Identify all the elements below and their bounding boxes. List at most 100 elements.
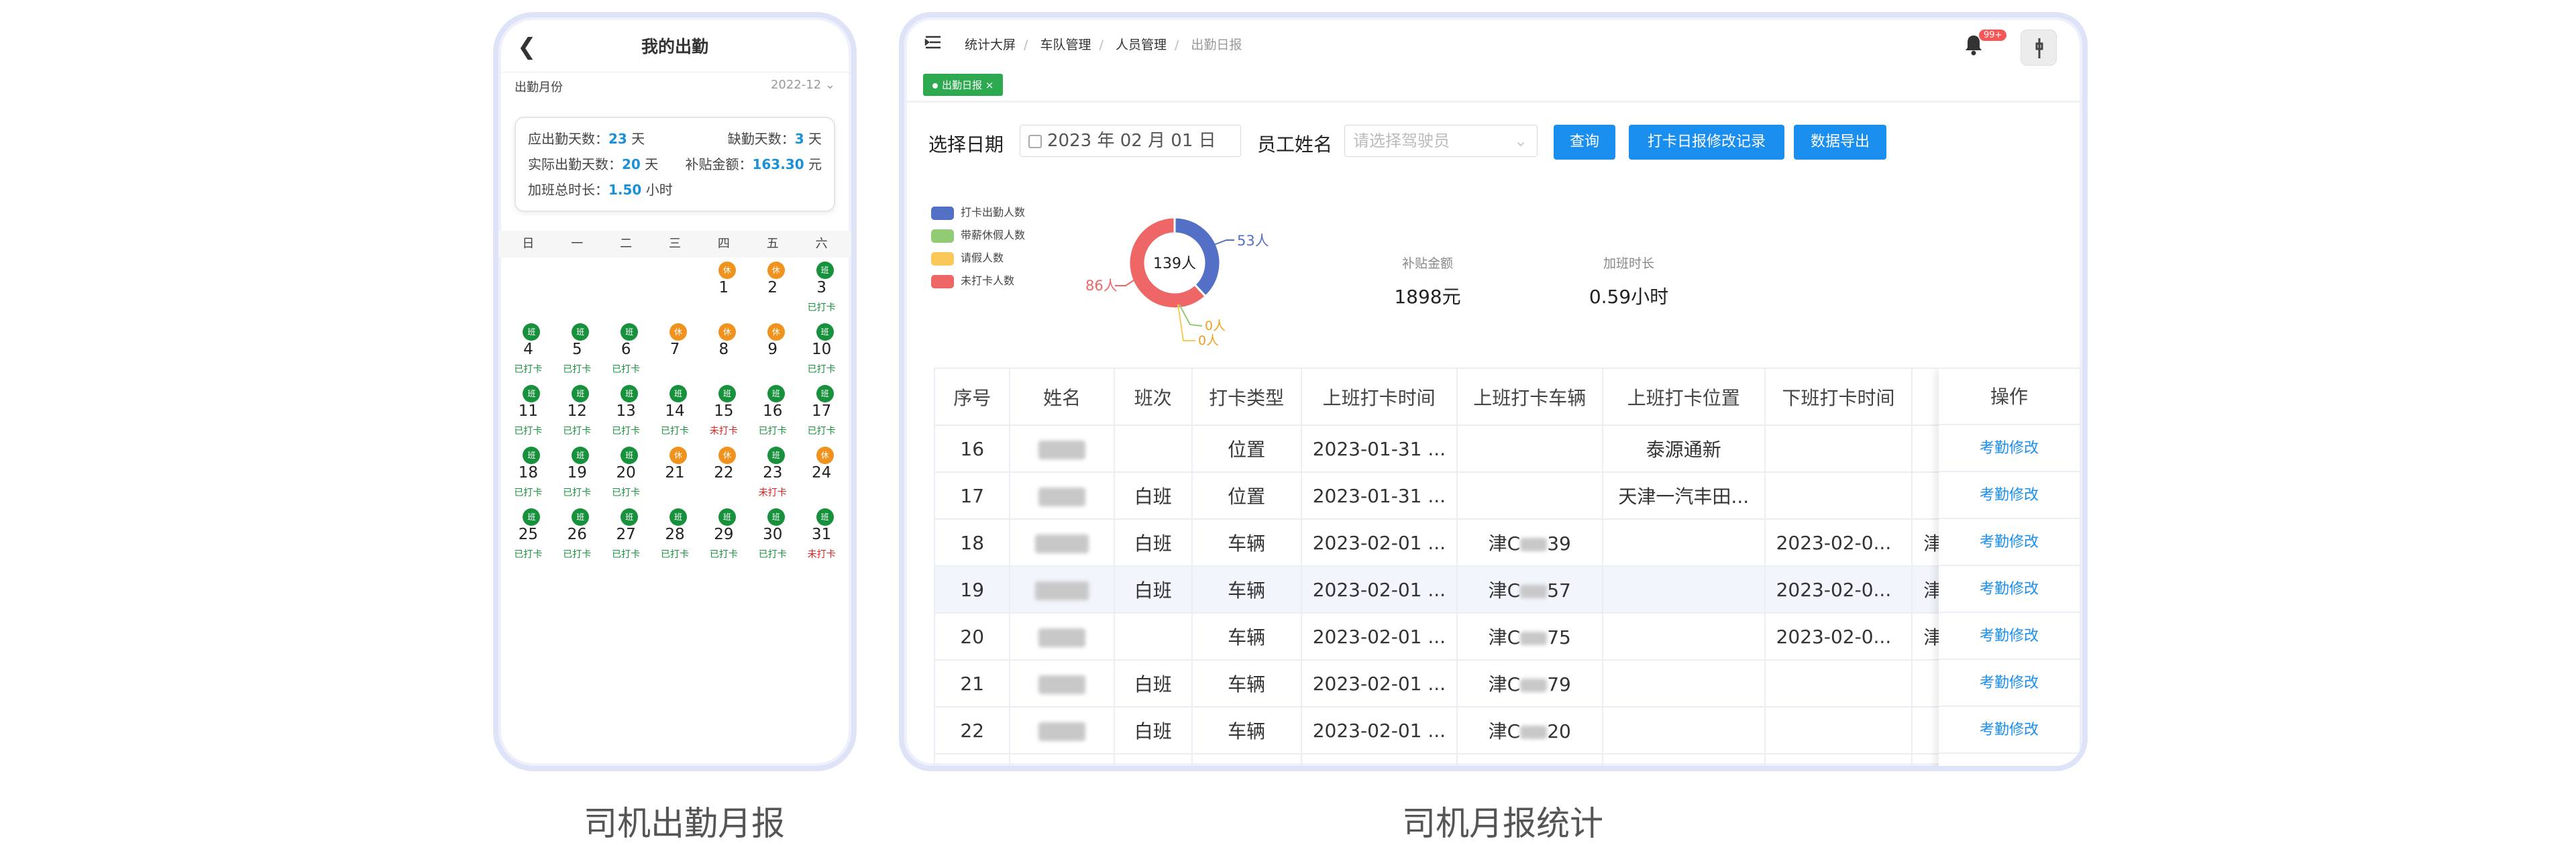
shift-badge: 班 bbox=[523, 447, 541, 464]
notification-badge: 99+ bbox=[1979, 30, 2007, 41]
calendar-day[interactable]: 休8 bbox=[699, 319, 748, 381]
shift-badge: 班 bbox=[718, 385, 736, 402]
calendar-day[interactable]: 班 3 已打卡 bbox=[797, 258, 846, 319]
calendar-week: 班 4 已打卡班 5 已打卡班 6 已打卡休 7 休 8 休 9 班 10 已打卡 bbox=[504, 319, 846, 381]
legend-label: 请假人数 bbox=[961, 251, 1004, 264]
cell-in-time: 2023-02-01 ... bbox=[1301, 660, 1458, 708]
calendar-day[interactable]: 休 22 bbox=[699, 443, 748, 504]
calendar-day[interactable]: 休7 bbox=[651, 319, 700, 381]
attendance-edit-link[interactable]: 考勤修改 bbox=[1939, 519, 2080, 566]
cell-type: 车辆 bbox=[1191, 754, 1302, 766]
calendar-day[interactable]: 班 28 已打卡 bbox=[651, 504, 700, 566]
calendar-day[interactable]: 班 29 已打卡 bbox=[699, 504, 748, 566]
calendar-day[interactable]: 班 25 已打卡 bbox=[504, 504, 553, 566]
cell-shift bbox=[1114, 613, 1193, 661]
modify-record-button[interactable]: 打卡日报修改记录 bbox=[1629, 125, 1784, 160]
attendance-edit-link[interactable]: 考勤修改 bbox=[1939, 566, 2080, 613]
calendar-day[interactable]: 休9 bbox=[748, 319, 797, 381]
shift-badge: 休 bbox=[669, 323, 687, 341]
cell-in-vehicle: 津C bbox=[1456, 754, 1603, 766]
attendance-edit-link[interactable]: 考勤修改 bbox=[1939, 472, 2080, 519]
calendar-day[interactable]: 班 5 已打卡 bbox=[553, 319, 602, 381]
clock-status: 已打卡 bbox=[661, 426, 689, 437]
calendar-day[interactable]: 班 19 已打卡 bbox=[553, 443, 602, 504]
table-row[interactable]: 22 白班 车辆 2023-02-01 ... 津C 20 bbox=[935, 707, 2080, 754]
calendar-day[interactable]: 班 23 未打卡 bbox=[748, 443, 797, 504]
breadcrumb-item[interactable]: 统计大屏 bbox=[965, 38, 1016, 52]
calendar-day[interactable]: 班 17 已打卡 bbox=[797, 381, 846, 443]
weekday: 六 bbox=[815, 237, 828, 251]
shift-badge: 休 bbox=[816, 447, 834, 464]
calendar-day[interactable]: 休 21 bbox=[651, 443, 700, 504]
shift-badge: 休 bbox=[767, 262, 785, 279]
plate-prefix: 津C bbox=[1488, 579, 1521, 602]
calendar-day[interactable]: 休1 bbox=[699, 258, 748, 319]
attendance-edit-link[interactable]: 考勤修改 bbox=[1939, 660, 2080, 707]
calendar-day[interactable]: 班 13 已打卡 bbox=[602, 381, 651, 443]
blurred-name bbox=[1035, 534, 1089, 553]
clock-status: 已打卡 bbox=[514, 364, 543, 375]
label-leave: 0人 bbox=[1198, 333, 1219, 348]
blurred-name bbox=[1035, 581, 1089, 600]
cell-no: 18 bbox=[935, 519, 1011, 567]
table-row[interactable]: 16 位置 2023-01-31 ... 泰源通新 bbox=[935, 425, 2080, 473]
tab-attendance-daily[interactable]: 出勤日报 × bbox=[923, 74, 1004, 96]
avatar[interactable] bbox=[2021, 30, 2057, 66]
clock-status: 已打卡 bbox=[807, 364, 836, 375]
calendar-day[interactable]: 休2 bbox=[748, 258, 797, 319]
calendar-day[interactable]: 班 6 已打卡 bbox=[602, 319, 651, 381]
calendar-day[interactable]: 班 30 已打卡 bbox=[748, 504, 797, 566]
export-button[interactable]: 数据导出 bbox=[1794, 125, 1886, 160]
cell-type: 车辆 bbox=[1191, 707, 1302, 754]
table-row[interactable]: 17 白班 位置 2023-01-31 ... 天津一汽丰田... bbox=[935, 472, 2080, 520]
table-row[interactable]: 20 车辆 2023-02-01 ... 津C 75 2023-02-0... 津 bbox=[935, 613, 2080, 661]
calendar-day[interactable]: 班 15 未打卡 bbox=[699, 381, 748, 443]
date-picker[interactable]: 2023 年 02 月 01 日 bbox=[1020, 125, 1241, 157]
day-number: 4 bbox=[523, 341, 533, 358]
calendar-day[interactable]: 班 4 已打卡 bbox=[504, 319, 553, 381]
calendar-day[interactable]: 班 27 已打卡 bbox=[602, 504, 651, 566]
legend-swatch bbox=[931, 206, 954, 220]
day-number: 23 bbox=[763, 464, 783, 482]
weekday: 二 bbox=[620, 237, 633, 251]
calendar-day[interactable]: 班 11 已打卡 bbox=[504, 381, 553, 443]
subsidy-unit: 元 bbox=[808, 156, 822, 172]
overtime-label: 加班时长 bbox=[1603, 256, 1654, 271]
calendar-day[interactable]: 班 10 已打卡 bbox=[797, 319, 846, 381]
calendar-day[interactable]: 班 31 未打卡 bbox=[797, 504, 846, 566]
day-number: 22 bbox=[714, 464, 734, 482]
calendar-day[interactable]: 休 24 bbox=[797, 443, 846, 504]
cell-out-time bbox=[1764, 660, 1913, 708]
cell-in-vehicle: 津C 57 bbox=[1456, 566, 1603, 614]
breadcrumb-item[interactable]: 车队管理 bbox=[1040, 38, 1091, 52]
cell-out-time bbox=[1764, 425, 1913, 473]
attendance-edit-link[interactable]: 考勤修改 bbox=[1939, 754, 2080, 766]
menu-fold-icon[interactable] bbox=[924, 35, 942, 50]
shift-badge: 班 bbox=[523, 323, 541, 341]
table-row[interactable]: 18 白班 车辆 2023-02-01 ... 津C 39 2023-02-0... 津 bbox=[935, 519, 2080, 567]
calendar-day[interactable]: 班 26 已打卡 bbox=[553, 504, 602, 566]
shift-badge: 班 bbox=[621, 508, 639, 526]
day-number: 26 bbox=[567, 526, 587, 543]
table-row[interactable]: 21 白班 车辆 2023-02-01 ... 津C 79 bbox=[935, 660, 2080, 708]
column-header: 上班打卡时间 bbox=[1301, 369, 1458, 426]
breadcrumb-item[interactable]: 人员管理 bbox=[1116, 38, 1167, 52]
table-row[interactable]: 23 白班车辆2023-02-01 ... 津C bbox=[935, 754, 2080, 766]
column-header: 上班打卡车辆 bbox=[1456, 369, 1603, 426]
driver-select[interactable]: 请选择驾驶员 ⌄ bbox=[1344, 125, 1538, 157]
column-header: 操作 bbox=[1939, 369, 2080, 425]
attendance-edit-link[interactable]: 考勤修改 bbox=[1939, 425, 2080, 472]
attendance-edit-link[interactable]: 考勤修改 bbox=[1939, 707, 2080, 754]
calendar-day[interactable]: 班 14 已打卡 bbox=[651, 381, 700, 443]
calendar-day[interactable]: 班 18 已打卡 bbox=[504, 443, 553, 504]
month-selector[interactable]: 出勤月份 2022-12 ⌄ bbox=[515, 78, 835, 111]
query-button[interactable]: 查询 bbox=[1554, 125, 1615, 160]
table-row[interactable]: 19 白班 车辆 2023-02-01 ... 津C 57 2023-02-0... 津 bbox=[935, 566, 2080, 614]
cell-in-location bbox=[1602, 754, 1766, 766]
calendar-day[interactable]: 班 20 已打卡 bbox=[602, 443, 651, 504]
close-icon[interactable]: × bbox=[985, 79, 994, 91]
plate-prefix: 津C bbox=[1488, 626, 1521, 649]
calendar-day[interactable]: 班 12 已打卡 bbox=[553, 381, 602, 443]
calendar-day[interactable]: 班 16 已打卡 bbox=[748, 381, 797, 443]
attendance-edit-link[interactable]: 考勤修改 bbox=[1939, 613, 2080, 660]
